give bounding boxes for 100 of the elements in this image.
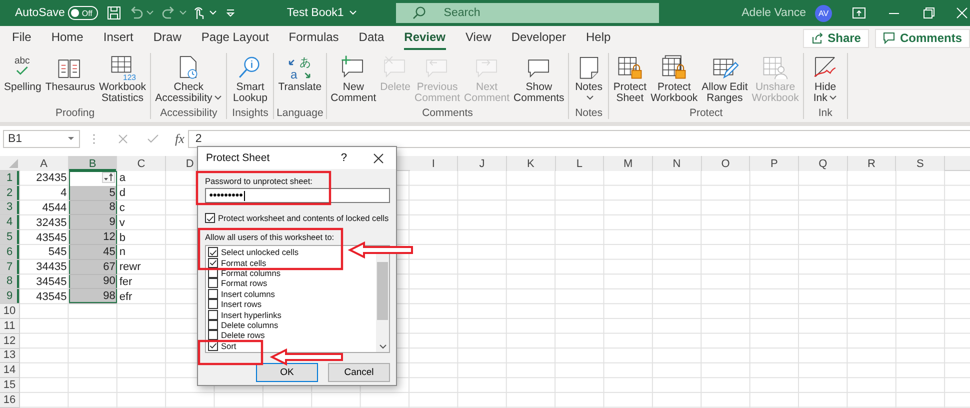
ribbon-button[interactable]: Thesaurus <box>43 53 97 105</box>
table-cell-text: 545 <box>47 245 68 260</box>
ribbon-button[interactable]: Protect Sheet <box>611 53 649 105</box>
table-cell: 12 <box>68 230 118 245</box>
column-header[interactable]: S <box>896 156 946 171</box>
row-header[interactable]: 12 <box>0 334 20 349</box>
caret-icon[interactable] <box>208 9 217 17</box>
scroll-thumb[interactable] <box>377 262 388 320</box>
ribbon-button[interactable]: Notes <box>572 53 605 105</box>
menu-tab[interactable]: View <box>466 26 492 50</box>
row-header[interactable]: 9 <box>0 289 20 304</box>
search-field[interactable]: Search <box>396 3 659 23</box>
row-header[interactable]: 14 <box>0 363 20 378</box>
checkbox[interactable] <box>208 310 218 320</box>
ok-button[interactable]: OK <box>256 363 318 382</box>
row-header[interactable]: 2 <box>0 186 20 201</box>
ribbon-button[interactable]: abc Spelling <box>2 53 44 105</box>
menu-tab[interactable]: Home <box>51 26 84 50</box>
column-header[interactable]: P <box>750 156 799 171</box>
checkbox[interactable] <box>208 247 218 258</box>
scroll-down-icon[interactable] <box>378 344 386 349</box>
caret-icon[interactable] <box>178 9 187 17</box>
row-header[interactable]: 16 <box>0 392 20 408</box>
ribbon-button[interactable]: 123 Workbook Statistics <box>96 53 148 105</box>
row-header[interactable]: 7 <box>0 260 20 275</box>
menu-tab[interactable]: Developer <box>511 26 566 50</box>
caret-icon[interactable] <box>348 9 357 17</box>
formula-field[interactable]: 2 <box>195 133 202 145</box>
checkbox[interactable] <box>208 258 218 268</box>
row-header[interactable]: 10 <box>0 304 20 319</box>
row-header[interactable]: 5 <box>0 230 20 245</box>
column-header[interactable]: B <box>68 156 118 171</box>
touch-icon[interactable] <box>192 6 205 20</box>
restore-icon[interactable] <box>923 7 935 19</box>
cancel-button[interactable]: Cancel <box>328 363 390 382</box>
checkbox[interactable] <box>208 299 218 310</box>
checkbox[interactable] <box>208 288 218 299</box>
ribbon-button[interactable]: Show Comments <box>512 53 566 105</box>
column-header[interactable]: N <box>652 156 702 171</box>
column-header[interactable]: C <box>117 156 166 171</box>
menu-tab[interactable]: Help <box>586 26 611 50</box>
table-cell-text: 34435 <box>35 260 68 275</box>
ribbon-button[interactable]: Allow Edit Ranges <box>700 53 750 105</box>
menu-tab[interactable]: Formulas <box>288 26 339 50</box>
row-header[interactable]: 6 <box>0 244 20 260</box>
column-header[interactable]: J <box>458 156 507 171</box>
row-header[interactable]: 3 <box>0 200 20 216</box>
row-header[interactable]: 1 <box>0 171 20 186</box>
menu-tab[interactable]: Page Layout <box>201 26 269 50</box>
grip-icon <box>92 133 96 145</box>
ribbon-button[interactable]: Hide Ink <box>809 53 842 105</box>
field-label: Password to unprotect sheet: <box>205 175 312 187</box>
comments-button[interactable]: Comments <box>874 28 970 48</box>
column-header[interactable]: Q <box>799 156 848 171</box>
checkbox[interactable] <box>208 330 218 340</box>
caret-icon[interactable] <box>146 9 154 17</box>
menu-tab[interactable]: File <box>12 26 32 50</box>
row-header[interactable]: 4 <box>0 215 20 230</box>
row-header[interactable]: 8 <box>0 274 20 290</box>
caret-icon <box>829 95 838 102</box>
autosave-toggle[interactable]: Off <box>68 6 98 20</box>
row-header[interactable]: 15 <box>0 378 20 393</box>
close-icon[interactable] <box>373 152 384 164</box>
user-avatar[interactable]: AV <box>815 4 832 22</box>
column-header[interactable]: R <box>848 156 896 171</box>
checkbox[interactable] <box>208 278 218 288</box>
checkbox-label: Delete rows <box>221 330 265 340</box>
column-header[interactable]: K <box>506 156 556 171</box>
help-button[interactable]: ? <box>340 152 347 164</box>
ribbon-display-icon[interactable] <box>852 7 866 19</box>
row-header[interactable]: 11 <box>0 318 20 334</box>
menu-tab[interactable]: Data <box>358 26 384 50</box>
document-title: Test Book1 <box>286 7 344 19</box>
ribbon-button[interactable]: あ a Translate <box>276 53 324 105</box>
save-icon[interactable] <box>106 6 121 20</box>
customize-icon[interactable] <box>226 9 235 17</box>
menu-tab[interactable]: Draw <box>153 26 182 50</box>
column-header[interactable]: L <box>556 156 604 171</box>
redo-icon[interactable] <box>162 6 176 20</box>
column-header[interactable]: I <box>410 156 458 171</box>
undo-icon[interactable] <box>128 6 143 20</box>
share-button[interactable]: Share <box>802 28 869 48</box>
name-box[interactable]: B1 <box>3 130 80 148</box>
table-cell-text: a <box>118 171 126 186</box>
filter-button[interactable] <box>102 172 116 183</box>
ribbon-button[interactable]: Smart Lookup <box>231 53 270 105</box>
table-cell-text: rewr <box>118 260 142 275</box>
ribbon-button[interactable]: Check Accessibility <box>153 53 224 105</box>
column-header[interactable]: M <box>604 156 653 171</box>
check-icon[interactable] <box>147 134 159 144</box>
insert-function-button[interactable]: fx <box>175 131 184 147</box>
ribbon-button[interactable]: Protect Workbook <box>648 53 700 105</box>
column-header[interactable]: O <box>702 156 750 171</box>
column-header[interactable]: A <box>20 156 69 171</box>
checkbox[interactable] <box>205 213 215 223</box>
ribbon-button[interactable]: New Comment <box>328 53 378 105</box>
menu-tab[interactable]: Insert <box>103 26 134 50</box>
checkbox-label: Insert hyperlinks <box>221 310 282 320</box>
row-header[interactable]: 13 <box>0 348 20 364</box>
checkbox[interactable] <box>208 320 218 330</box>
